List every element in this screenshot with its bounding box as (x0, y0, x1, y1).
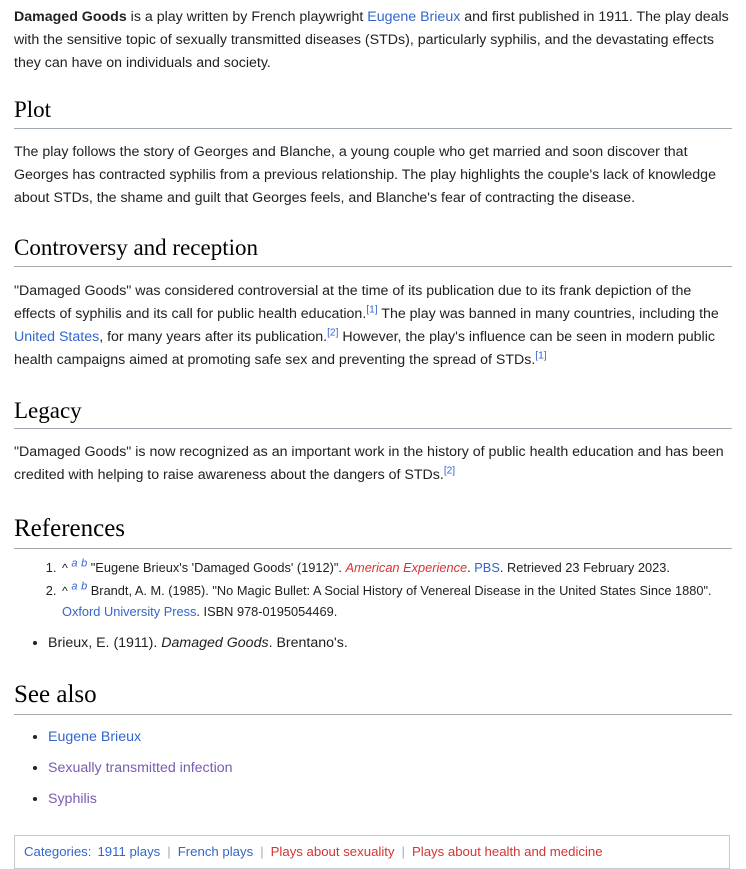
reference-backlinks: ^ a b (62, 557, 87, 575)
reference-item: ^ a b "Eugene Brieux's 'Damaged Goods' (… (60, 557, 732, 578)
link-oxford-university-press[interactable]: Oxford University Press (62, 604, 196, 619)
backlink-caret[interactable]: ^ (62, 584, 68, 598)
link-pbs[interactable]: PBS (474, 560, 500, 575)
backlink-caret[interactable]: ^ (62, 561, 68, 575)
category-item-plays-about-health-and-medicine: Plays about health and medicine (412, 843, 603, 860)
category-link[interactable]: Plays about sexuality (271, 844, 395, 859)
heading-controversy: Controversy and reception (14, 234, 732, 267)
link-united-states[interactable]: United States (14, 329, 99, 345)
categories-box: Categories: 1911 plays | French plays | … (14, 834, 730, 869)
reference-text-1: Brandt, A. M. (1985). "No Magic Bullet: … (90, 582, 712, 598)
heading-legacy: Legacy (14, 397, 732, 430)
category-link[interactable]: 1911 plays (97, 844, 160, 859)
bibliography-text-1: Brieux, E. (1911). (48, 634, 162, 651)
see-also-link-syphilis[interactable]: Syphilis (48, 791, 97, 807)
heading-plot: Plot (14, 96, 732, 129)
category-link[interactable]: Plays about health and medicine (412, 844, 603, 859)
backlink-a[interactable]: a (71, 581, 77, 593)
citation-ref-2a[interactable]: [2] (327, 327, 338, 338)
category-item-french-plays: French plays (178, 843, 254, 860)
link-eugene-brieux[interactable]: Eugene Brieux (367, 9, 460, 25)
reference-item: ^ a b Brandt, A. M. (1985). "No Magic Bu… (60, 580, 732, 623)
category-item-plays-about-sexuality: Plays about sexuality (271, 843, 395, 860)
citation-ref-1a[interactable]: [1] (366, 304, 377, 315)
citation-ref-2b[interactable]: [2] (444, 466, 455, 477)
bibliography-text-2: . Brentano's. (268, 634, 348, 651)
reference-text-3: . Retrieved 23 February 2023. (499, 559, 670, 575)
bibliography-list: Brieux, E. (1911). Damaged Goods. Brenta… (14, 632, 732, 655)
category-separator: | (260, 843, 264, 859)
section-plot: Plot The play follows the story of Georg… (14, 96, 732, 210)
see-also-list: Eugene Brieux Sexually transmitted infec… (14, 726, 732, 811)
legacy-text-1: "Damaged Goods" is now recognized as an … (14, 444, 724, 484)
heading-references: References (14, 513, 732, 549)
controversy-body: "Damaged Goods" was considered controver… (14, 280, 732, 372)
category-separator: | (401, 843, 405, 859)
backlink-a[interactable]: a (71, 557, 77, 569)
list-item: Sexually transmitted infection (48, 757, 732, 780)
controversy-text-2: The play was banned in many countries, i… (377, 305, 719, 322)
category-link[interactable]: French plays (178, 844, 254, 859)
article-page: Damaged Goods is a play written by Frenc… (0, 0, 746, 811)
section-controversy: Controversy and reception "Damaged Goods… (14, 234, 732, 372)
citation-ref-1b[interactable]: [1] (535, 350, 546, 361)
reference-work-title[interactable]: American Experience (346, 560, 468, 575)
category-item-1911-plays: 1911 plays (97, 843, 160, 860)
heading-see-also: See also (14, 679, 732, 715)
list-item: Syphilis (48, 788, 732, 811)
list-item: Eugene Brieux (48, 726, 732, 749)
section-legacy: Legacy "Damaged Goods" is now recognized… (14, 397, 732, 488)
bibliography-title: Damaged Goods (161, 634, 269, 651)
article-title-bold: Damaged Goods (14, 9, 127, 25)
section-references: References ^ a b "Eugene Brieux's 'Damag… (14, 513, 732, 654)
category-separator: | (167, 843, 171, 859)
reference-text-2: . ISBN 978-0195054469. (196, 604, 338, 620)
see-also-link-sexually-transmitted-infection[interactable]: Sexually transmitted infection (48, 760, 233, 776)
reference-text-1: "Eugene Brieux's 'Damaged Goods' (1912)"… (90, 559, 346, 575)
legacy-body: "Damaged Goods" is now recognized as an … (14, 441, 732, 487)
section-see-also: See also Eugene Brieux Sexually transmit… (14, 679, 732, 810)
reference-backlinks: ^ a b (62, 581, 87, 598)
see-also-link-eugene-brieux[interactable]: Eugene Brieux (48, 729, 141, 745)
controversy-text-3: , for many years after its publication. (99, 328, 328, 345)
lead-paragraph: Damaged Goods is a play written by Frenc… (14, 0, 732, 75)
reference-list: ^ a b "Eugene Brieux's 'Damaged Goods' (… (14, 557, 732, 623)
bibliography-item: Brieux, E. (1911). Damaged Goods. Brenta… (48, 632, 732, 655)
backlink-b[interactable]: b (81, 557, 87, 569)
backlink-b[interactable]: b (81, 581, 87, 593)
categories-label[interactable]: Categories: (24, 843, 91, 860)
lead-text-1: is a play written by French playwright (126, 9, 368, 25)
plot-body: The play follows the story of Georges an… (14, 143, 716, 206)
